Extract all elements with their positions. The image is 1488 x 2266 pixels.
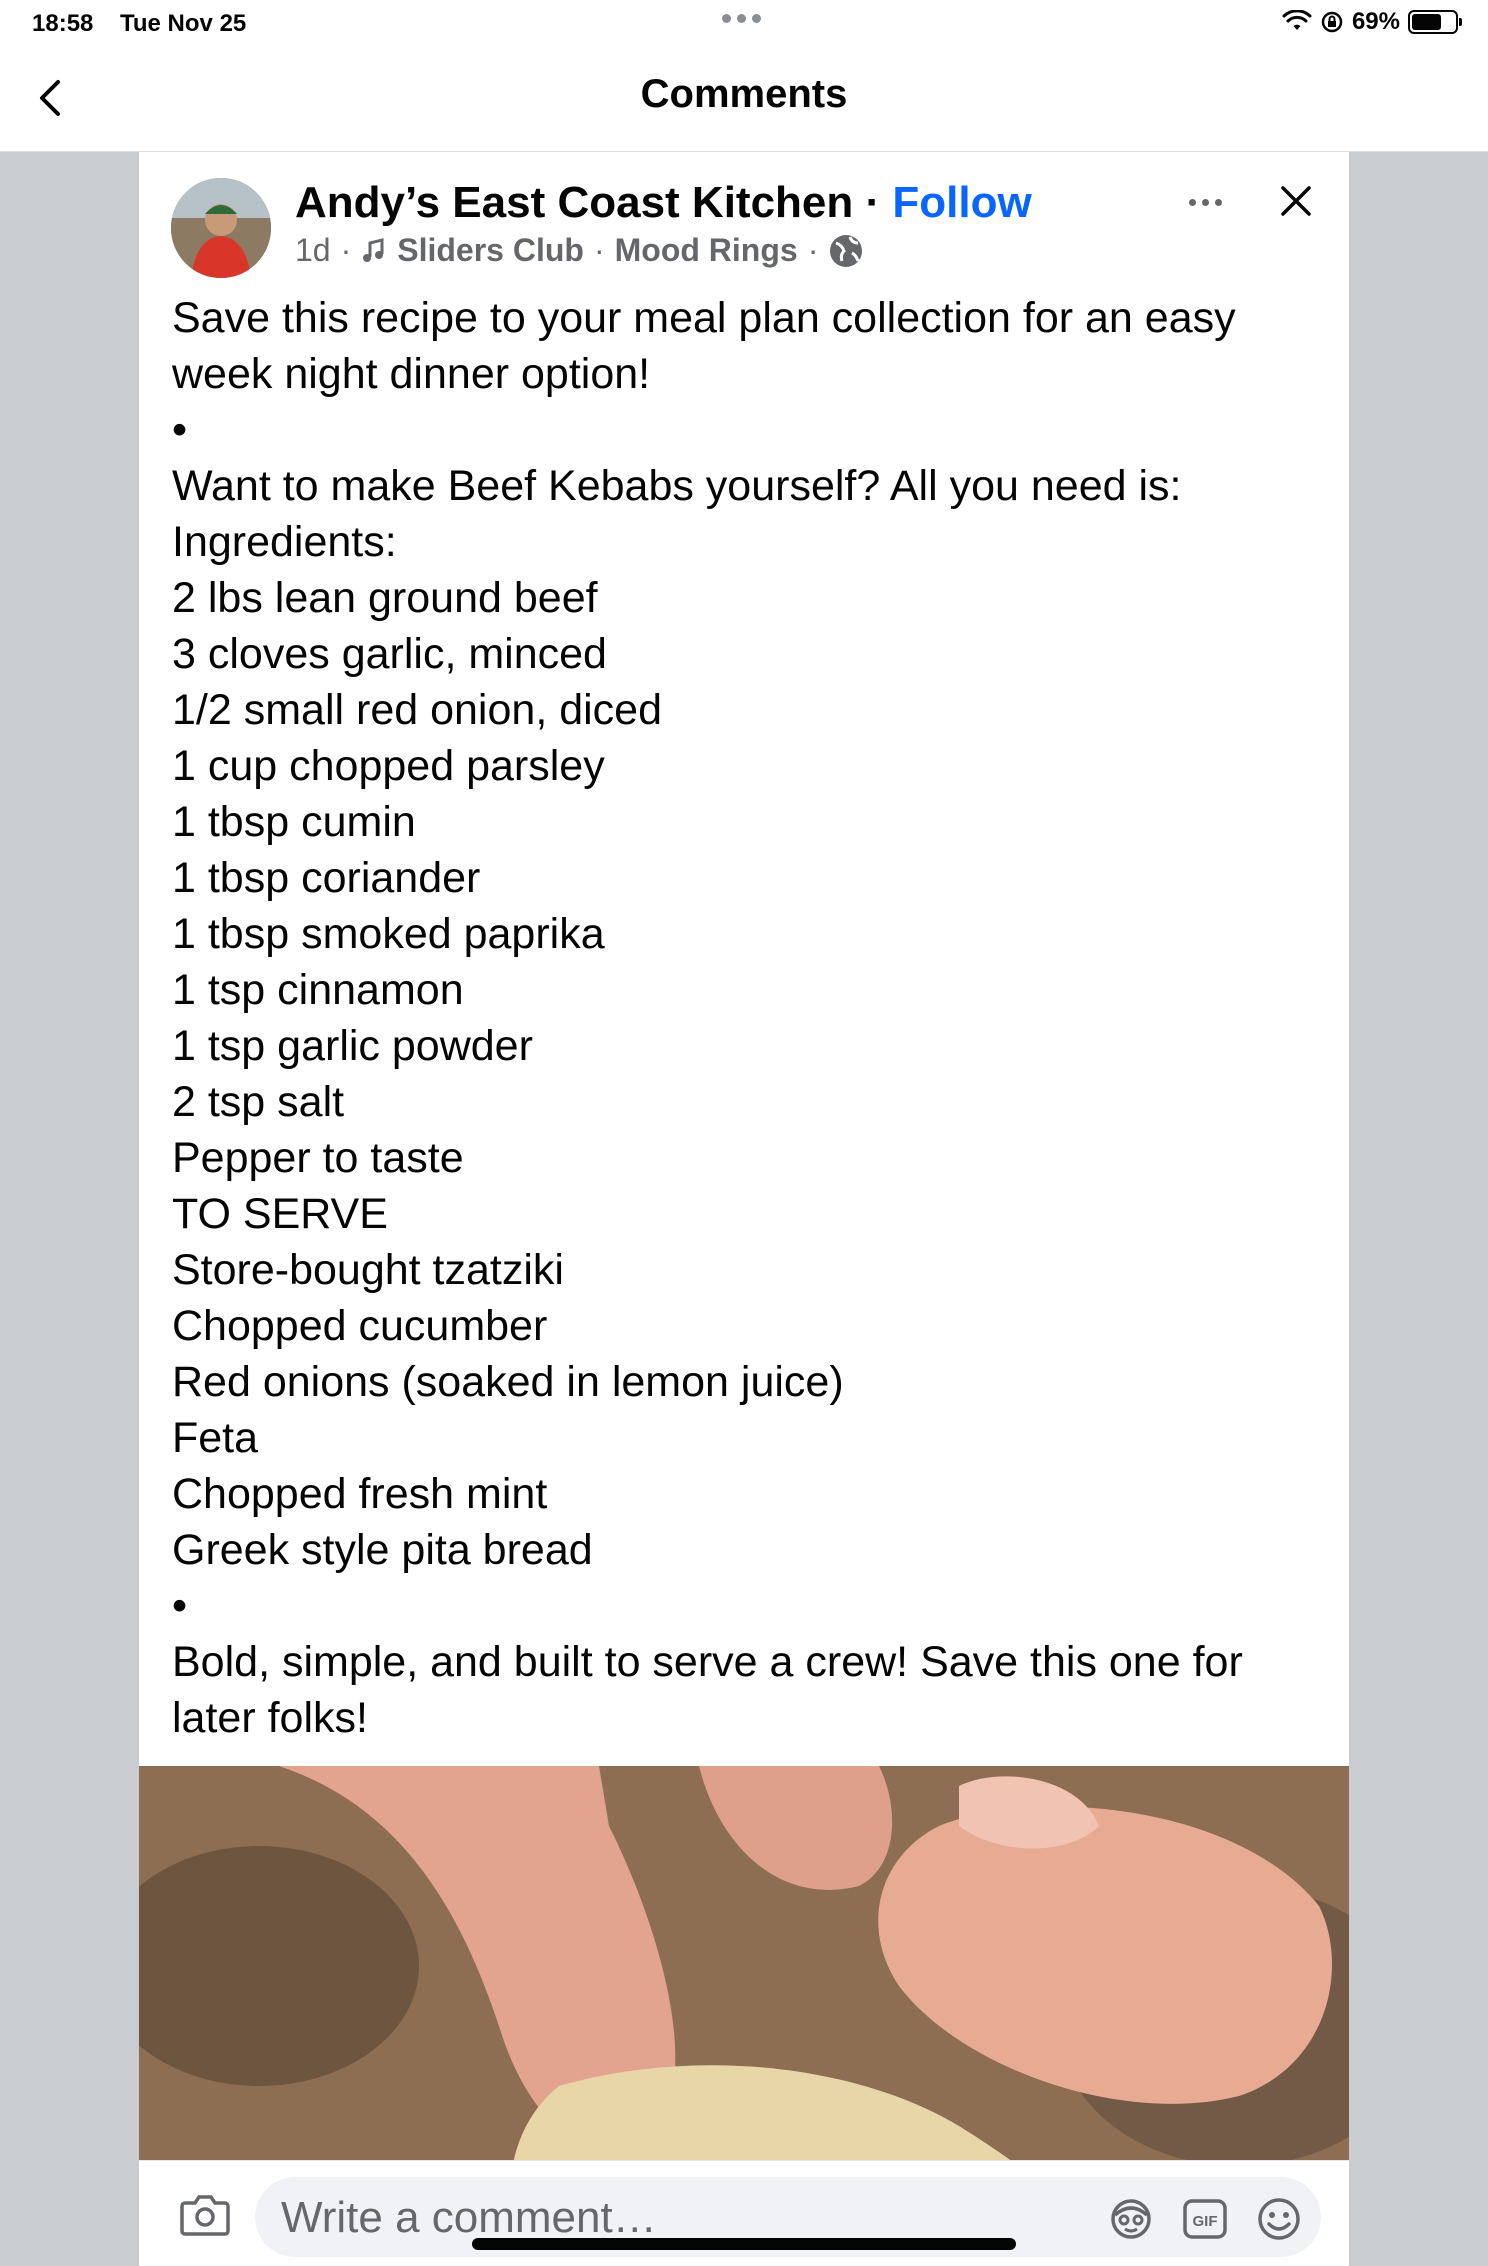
music-dot: ·: [593, 232, 605, 268]
meta-dot-2: ·: [807, 232, 819, 268]
post-meta: 1d · Sliders Club · Mood Rings ·: [295, 232, 1229, 269]
post-line: Chopped cucumber: [172, 1302, 548, 1350]
post-line: Greek style pita bread: [172, 1526, 593, 1574]
post-body: Save this recipe to your meal plan colle…: [172, 290, 1322, 1746]
post-line: Bold, simple, and built to serve a crew!…: [172, 1638, 1243, 1686]
post-line: Feta: [172, 1414, 259, 1462]
status-indicators: 69%: [1282, 8, 1462, 36]
post-line: 3 cloves garlic, minced: [172, 630, 607, 678]
post-line: Chopped fresh mint: [172, 1470, 548, 1518]
post-line: 1 tsp garlic powder: [172, 1022, 533, 1070]
page-title: Comments: [640, 72, 848, 116]
battery-icon: [1408, 10, 1462, 34]
post-age[interactable]: 1d: [295, 232, 331, 269]
nav-bar: Comments: [0, 48, 1488, 152]
music-track[interactable]: Mood Rings: [615, 232, 798, 269]
composer-icons: GIF: [1107, 2195, 1303, 2243]
post-line: TO SERVE: [172, 1190, 388, 1238]
gif-label: GIF: [1193, 2213, 1218, 2230]
status-date: Tue Nov 25: [120, 10, 247, 37]
post-line: 2 lbs lean ground beef: [172, 574, 598, 622]
battery-percent: 69%: [1351, 8, 1400, 35]
avatar[interactable]: [171, 178, 271, 278]
rotation-lock-icon: [1321, 11, 1343, 33]
close-icon[interactable]: [1271, 176, 1321, 226]
multitasking-dots-icon[interactable]: [722, 14, 761, 23]
post-line: Ingredients:: [172, 518, 397, 566]
author-name[interactable]: Andy’s East Coast Kitchen: [295, 178, 853, 227]
post-header: Andy’s East Coast Kitchen · Follow 1d · …: [295, 178, 1229, 269]
post-line: •: [172, 406, 188, 454]
music-artist[interactable]: Sliders Club: [397, 232, 584, 269]
comment-composer: Write a comment… GIF: [139, 2160, 1349, 2266]
status-time: 18:58: [32, 10, 94, 37]
post-line: •: [172, 1582, 188, 1630]
post-line: 1 tbsp cumin: [172, 798, 416, 846]
globe-icon: [830, 234, 863, 267]
comment-placeholder: Write a comment…: [281, 2193, 657, 2242]
post-line: 1/2 small red onion, diced: [172, 686, 663, 734]
post-line: 1 tbsp coriander: [172, 854, 481, 902]
post-line: 1 tsp cinnamon: [172, 966, 464, 1014]
post-line: later folks!: [172, 1694, 368, 1742]
more-icon[interactable]: [1177, 182, 1233, 222]
author-line: Andy’s East Coast Kitchen · Follow: [295, 178, 1229, 228]
post-line: Save this recipe to your meal plan colle…: [172, 294, 1236, 342]
post-card: Andy’s East Coast Kitchen · Follow 1d · …: [139, 152, 1349, 2266]
status-bar: 18:58 Tue Nov 25 69%: [0, 0, 1488, 48]
post-line: 1 tbsp smoked paprika: [172, 910, 605, 958]
post-line: week night dinner option!: [172, 350, 651, 398]
post-line: Want to make Beef Kebabs yourself? All y…: [172, 462, 1182, 510]
separator-dot: ·: [865, 178, 881, 227]
wifi-icon: [1282, 10, 1312, 30]
follow-button[interactable]: Follow: [892, 178, 1031, 227]
emoji-icon[interactable]: [1255, 2195, 1303, 2243]
gif-icon[interactable]: GIF: [1181, 2195, 1229, 2243]
post-line: Store-bought tzatziki: [172, 1246, 564, 1294]
avatar-image: [171, 178, 271, 278]
home-indicator[interactable]: [472, 2238, 1016, 2250]
avatar-sticker-icon[interactable]: [1107, 2195, 1155, 2243]
meta-dot: ·: [340, 232, 352, 268]
post-line: 2 tsp salt: [172, 1078, 345, 1126]
music-note-icon: [363, 237, 384, 262]
camera-icon[interactable]: [179, 2193, 231, 2237]
post-line: Pepper to taste: [172, 1134, 464, 1182]
post-line: 1 cup chopped parsley: [172, 742, 605, 790]
post-line: Red onions (soaked in lemon juice): [172, 1358, 844, 1406]
